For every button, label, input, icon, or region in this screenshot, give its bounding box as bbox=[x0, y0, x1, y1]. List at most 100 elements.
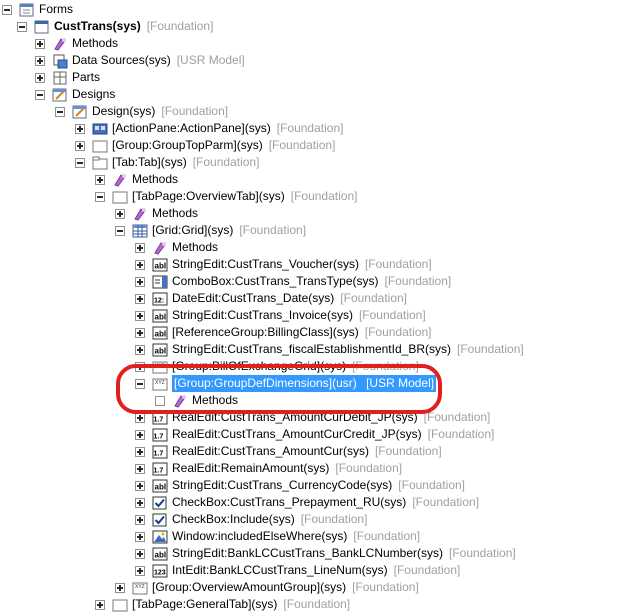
layer-label: [USR Model] bbox=[176, 53, 245, 67]
collapse-toggle[interactable] bbox=[95, 191, 105, 202]
expand-toggle[interactable] bbox=[135, 446, 145, 457]
tree-node-overview-methods[interactable]: Methods bbox=[115, 205, 198, 222]
tree-node-field[interactable]: Window:includedElseWhere(sys) [Foundatio… bbox=[135, 528, 420, 545]
tree-node-field[interactable]: 123 IntEdit:BankLCCustTrans_LineNum(sys)… bbox=[135, 562, 460, 579]
real-edit-icon: 1.7 bbox=[152, 461, 168, 477]
tree-node-overview-amount-group[interactable]: XYZ [Group:OverviewAmountGroup](sys) [Fo… bbox=[115, 579, 419, 596]
expand-toggle[interactable] bbox=[35, 72, 45, 83]
tree-node-forms[interactable]: Forms bbox=[2, 1, 73, 18]
tree-node-general-tab[interactable]: [TabPage:GeneralTab](sys) [Foundation] bbox=[95, 596, 350, 613]
tree-node-grid[interactable]: [Grid:Grid](sys) [Foundation] bbox=[115, 222, 306, 239]
expand-toggle[interactable] bbox=[95, 174, 105, 185]
expand-toggle[interactable] bbox=[135, 412, 145, 423]
collapse-toggle[interactable] bbox=[2, 4, 12, 15]
tree-node-label: Methods bbox=[132, 172, 179, 186]
tree-node-field[interactable]: abl StringEdit:BankLCCustTrans_BankLCNum… bbox=[135, 545, 516, 562]
tree-node-field[interactable]: 1.7 RealEdit:CustTrans_AmountCur(sys) [F… bbox=[135, 443, 442, 460]
expand-toggle[interactable] bbox=[75, 123, 85, 134]
expand-toggle[interactable] bbox=[135, 310, 145, 321]
tree-node-field[interactable]: abl [ReferenceGroup:BillingClass](sys) [… bbox=[135, 324, 431, 341]
expand-toggle[interactable] bbox=[95, 599, 105, 610]
svg-text:1.7: 1.7 bbox=[154, 450, 164, 457]
expand-toggle[interactable] bbox=[135, 565, 145, 576]
expand-toggle[interactable] bbox=[115, 208, 125, 219]
expand-toggle[interactable] bbox=[35, 55, 45, 66]
tree-node-action-pane[interactable]: [ActionPane:ActionPane](sys) [Foundation… bbox=[75, 120, 343, 137]
layer-label: [Foundation] bbox=[192, 155, 260, 169]
expand-toggle[interactable] bbox=[135, 242, 145, 253]
checkbox-icon bbox=[152, 512, 168, 528]
real-edit-icon: 1.7 bbox=[152, 427, 168, 443]
expand-toggle[interactable] bbox=[135, 463, 145, 474]
tree-node-label: StringEdit:CustTrans_fiscalEstablishment… bbox=[172, 342, 451, 356]
tree-node-design[interactable]: Design(sys) [Foundation] bbox=[55, 103, 228, 120]
layer-label: [Foundation] bbox=[352, 580, 419, 594]
expand-toggle[interactable] bbox=[135, 429, 145, 440]
reference-group-icon: abl bbox=[152, 325, 168, 341]
tree-node-field[interactable]: 12: DateEdit:CustTrans_Date(sys) [Founda… bbox=[135, 290, 407, 307]
tree-node-label: StringEdit:CustTrans_Invoice(sys) bbox=[172, 308, 353, 322]
tree-node-field[interactable]: ComboBox:CustTrans_TransType(sys) [Found… bbox=[135, 273, 451, 290]
tree-node-parts[interactable]: Parts bbox=[35, 69, 100, 86]
tree-node-data-sources[interactable]: Data Sources(sys) [USR Model] bbox=[35, 52, 245, 69]
expand-toggle[interactable] bbox=[135, 276, 145, 287]
tab-icon bbox=[92, 155, 108, 171]
tree-node-field[interactable]: CheckBox:CustTrans_Prepayment_RU(sys) [F… bbox=[135, 494, 479, 511]
tree-node-label: Parts bbox=[72, 70, 101, 84]
tree-node-tab[interactable]: [Tab:Tab](sys) [Foundation] bbox=[75, 154, 259, 171]
tree-node-tab-methods[interactable]: Methods bbox=[95, 171, 178, 188]
tree-node-label: DateEdit:CustTrans_Date(sys) bbox=[172, 291, 335, 305]
methods-icon bbox=[132, 206, 148, 222]
expand-toggle[interactable] bbox=[135, 514, 145, 525]
layer-label: [Foundation] bbox=[364, 325, 432, 339]
tree-node-methods[interactable]: Methods bbox=[35, 35, 118, 52]
tree-node-field[interactable]: abl StringEdit:CustTrans_Invoice(sys) [F… bbox=[135, 307, 426, 324]
expand-toggle[interactable] bbox=[75, 140, 85, 151]
methods-icon bbox=[112, 172, 128, 188]
layer-label: [Foundation] bbox=[427, 427, 495, 441]
tree-node-field[interactable]: 1.7 RealEdit:CustTrans_AmountCurCredit_J… bbox=[135, 426, 494, 443]
expand-toggle[interactable] bbox=[135, 548, 145, 559]
tree-node-field[interactable]: abl StringEdit:CustTrans_Voucher(sys) [F… bbox=[135, 256, 432, 273]
expand-toggle[interactable] bbox=[135, 531, 145, 542]
tree-node-label: Window:includedElseWhere(sys) bbox=[172, 529, 348, 543]
collapse-toggle[interactable] bbox=[75, 157, 85, 168]
tree-node-form[interactable]: CustTrans(sys) [Foundation] bbox=[17, 18, 213, 35]
expand-toggle[interactable] bbox=[135, 259, 145, 270]
layer-label: [Foundation] bbox=[340, 291, 407, 305]
expand-toggle[interactable] bbox=[135, 480, 145, 491]
tree-node-grid-methods[interactable]: Methods bbox=[135, 239, 218, 256]
design-icon bbox=[72, 104, 88, 120]
tree-node-field[interactable]: CheckBox:Include(sys) [Foundation] bbox=[135, 511, 367, 528]
expand-toggle[interactable] bbox=[135, 497, 145, 508]
tree-node-field[interactable]: 1.7 RealEdit:RemainAmount(sys) [Foundati… bbox=[135, 460, 402, 477]
methods-icon bbox=[52, 36, 68, 52]
expand-toggle[interactable] bbox=[35, 38, 45, 49]
tree-node-field[interactable]: abl StringEdit:CustTrans_CurrencyCode(sy… bbox=[135, 477, 465, 494]
collapse-toggle[interactable] bbox=[35, 89, 45, 100]
layer-label: [Foundation] bbox=[423, 410, 491, 424]
tree-node-label: Design(sys) bbox=[92, 104, 156, 118]
checkbox-icon bbox=[152, 495, 168, 511]
layer-label: [Foundation] bbox=[374, 444, 442, 458]
tab-page-icon bbox=[112, 189, 128, 205]
collapse-toggle[interactable] bbox=[115, 225, 125, 236]
svg-text:abl: abl bbox=[155, 346, 167, 355]
form-icon bbox=[34, 19, 50, 35]
expand-toggle[interactable] bbox=[135, 293, 145, 304]
tree-node-designs[interactable]: Designs bbox=[35, 86, 115, 103]
svg-text:1.7: 1.7 bbox=[154, 416, 164, 423]
tree-node-field[interactable]: abl StringEdit:CustTrans_fiscalEstablish… bbox=[135, 341, 524, 358]
string-edit-icon: abl bbox=[152, 257, 168, 273]
expand-toggle[interactable] bbox=[115, 582, 125, 593]
tree-node-overview-tab[interactable]: [TabPage:OverviewTab](sys) [Foundation] bbox=[95, 188, 357, 205]
collapse-toggle[interactable] bbox=[17, 21, 27, 32]
expand-toggle[interactable] bbox=[135, 344, 145, 355]
expand-toggle[interactable] bbox=[135, 327, 145, 338]
layer-label: [Foundation] bbox=[239, 223, 307, 237]
string-edit-icon: abl bbox=[152, 342, 168, 358]
tree-node-group-top[interactable]: [Group:GroupTopParm](sys) [Foundation] bbox=[75, 137, 335, 154]
layer-label: [Foundation] bbox=[393, 563, 461, 577]
collapse-toggle[interactable] bbox=[55, 106, 65, 117]
tree-node-label: Methods bbox=[72, 36, 119, 50]
